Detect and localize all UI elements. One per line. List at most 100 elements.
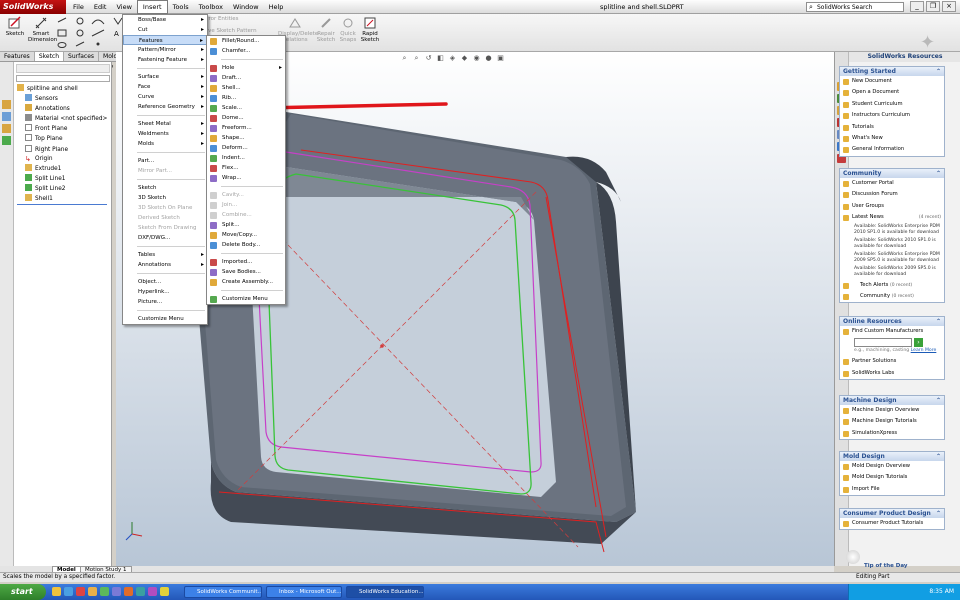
view-orientation-icon[interactable]: ◈	[448, 54, 457, 62]
go-arrow-icon[interactable]: ›	[914, 338, 923, 348]
tree-item-material[interactable]: Material <not specified>	[17, 114, 107, 124]
features-item-scale[interactable]: Scale...	[207, 103, 285, 113]
search-input[interactable]: ⌕ SolidWorks Search	[806, 2, 904, 12]
tree-item-split-line2[interactable]: Split Line2	[17, 183, 107, 194]
quicklaunch-icon[interactable]	[88, 587, 97, 596]
taskbar-window-solidworks-education[interactable]: SolidWorks Education...	[346, 586, 424, 598]
link-open-document[interactable]: Open a Document	[840, 87, 944, 98]
insert-item-customize-menu[interactable]: Customize Menu	[123, 314, 207, 324]
section-header[interactable]: Consumer Product Design	[840, 509, 944, 518]
insert-item-pattern-mirror[interactable]: Pattern/Mirror	[123, 45, 207, 55]
zoom-fit-icon[interactable]: ⌕	[400, 54, 409, 62]
previous-view-icon[interactable]: ↺	[424, 54, 433, 62]
insert-item-object[interactable]: Object...	[123, 277, 207, 287]
link-latest-news[interactable]: Latest News (4 recent)	[840, 212, 944, 223]
link-simulationxpress[interactable]: SimulationXpress	[840, 428, 944, 439]
insert-item-weldments[interactable]: Weldments	[123, 129, 207, 139]
insert-item-picture[interactable]: Picture...	[123, 297, 207, 307]
clock[interactable]: 8:35 AM	[929, 588, 954, 595]
quick-snaps-button[interactable]: Quick Snaps	[338, 16, 358, 43]
features-item-delete-body[interactable]: Delete Body...	[207, 240, 285, 250]
tree-item-front-plane[interactable]: Front Plane	[17, 124, 107, 134]
insert-item-molds[interactable]: Molds	[123, 139, 207, 149]
tree-item-origin[interactable]: ↳ Origin	[17, 155, 107, 164]
restore-icon[interactable]: ❐	[926, 1, 940, 12]
features-item-imported[interactable]: Imported...	[207, 257, 285, 267]
strip-tool-icon[interactable]	[2, 112, 11, 121]
features-item-fillet-round[interactable]: Fillet/Round...	[207, 36, 285, 46]
section-view-icon[interactable]: ◧	[436, 54, 445, 62]
tree-item-top-plane[interactable]: Top Plane	[17, 134, 107, 144]
learn-more-link[interactable]: Learn More	[911, 348, 937, 353]
hide-show-icon[interactable]: ◉	[472, 54, 481, 62]
news-item[interactable]: Available: SolidWorks 2009 SP5.0 is avai…	[840, 266, 944, 278]
link-discussion-forum[interactable]: Discussion Forum	[840, 189, 944, 200]
menu-file[interactable]: File	[68, 0, 89, 14]
features-item-chamfer[interactable]: Chamfer...	[207, 46, 285, 56]
features-item-indent[interactable]: Indent...	[207, 153, 285, 163]
scene-icon[interactable]: ▣	[496, 54, 505, 62]
insert-item-part[interactable]: Part...	[123, 156, 207, 166]
news-item[interactable]: Available: SolidWorks Enterprise PDM 200…	[840, 252, 944, 264]
link-import-file[interactable]: Import File	[840, 484, 944, 495]
menu-insert[interactable]: Insert	[136, 0, 168, 14]
insert-item-dxf-dwg[interactable]: DXF/DWG...	[123, 233, 207, 243]
mirror-entities-button[interactable]: Mirror Entities	[200, 16, 260, 22]
features-item-freeform[interactable]: Freeform...	[207, 123, 285, 133]
sketch-button[interactable]: Sketch	[4, 16, 26, 37]
features-item-save-bodies[interactable]: Save Bodies...	[207, 267, 285, 277]
section-header[interactable]: Mold Design	[840, 452, 944, 461]
solidworks-logo[interactable]: SolidWorks	[0, 0, 66, 14]
features-item-shape[interactable]: Shape...	[207, 133, 285, 143]
quicklaunch-icon[interactable]	[112, 587, 121, 596]
news-item[interactable]: Available: SolidWorks 2010 SP1.0 is avai…	[840, 238, 944, 250]
insert-item-3d-sketch[interactable]: 3D Sketch	[123, 193, 207, 203]
link-mold-design-tutorials[interactable]: Mold Design Tutorials	[840, 472, 944, 483]
insert-item-hyperlink[interactable]: Hyperlink...	[123, 287, 207, 297]
quicklaunch-icon[interactable]	[76, 587, 85, 596]
menu-tools[interactable]: Tools	[168, 0, 194, 14]
manufacturer-search-input[interactable]	[854, 338, 912, 348]
tree-item-annotations[interactable]: Annotations	[17, 104, 107, 114]
news-item[interactable]: Available: SolidWorks Enterprise PDM 201…	[840, 224, 944, 236]
tree-filter-input[interactable]	[16, 75, 110, 82]
features-item-shell[interactable]: Shell...	[207, 83, 285, 93]
section-header[interactable]: Online Resources	[840, 317, 944, 326]
link-tutorials[interactable]: Tutorials	[840, 122, 944, 133]
link-whats-new[interactable]: What's New	[840, 133, 944, 144]
link-customer-portal[interactable]: Customer Portal	[840, 178, 944, 189]
minimize-icon[interactable]: _	[910, 1, 924, 12]
link-instructors-curriculum[interactable]: Instructors Curriculum	[840, 110, 944, 121]
link-find-manufacturers[interactable]: Find Custom Manufacturers	[840, 326, 944, 337]
link-tech-alerts[interactable]: Tech Alerts (0 recent)	[840, 280, 944, 291]
features-item-deform[interactable]: Deform...	[207, 143, 285, 153]
link-new-document[interactable]: New Document	[840, 76, 944, 87]
menu-toolbox[interactable]: Toolbox	[194, 0, 228, 14]
appearance-icon[interactable]: ●	[484, 54, 493, 62]
sketch-tools-icon-grid[interactable]: A	[56, 16, 126, 50]
features-item-create-assembly[interactable]: Create Assembly...	[207, 277, 285, 287]
features-item-hole[interactable]: Hole	[207, 63, 285, 73]
features-item-flex[interactable]: Flex...	[207, 163, 285, 173]
quicklaunch-icon[interactable]	[52, 587, 61, 596]
smart-dimension-button[interactable]: Smart Dimension	[28, 16, 57, 43]
insert-item-tables[interactable]: Tables	[123, 250, 207, 260]
insert-item-sketch[interactable]: Sketch	[123, 183, 207, 193]
tree-item-split-line1[interactable]: Split Line1	[17, 173, 107, 184]
zoom-area-icon[interactable]: ⌕	[412, 54, 421, 62]
menu-view[interactable]: View	[111, 0, 136, 14]
insert-item-cut[interactable]: Cut	[123, 25, 207, 35]
tip-of-the-day[interactable]: Tip of the Day	[864, 563, 907, 569]
insert-item-curve[interactable]: Curve	[123, 92, 207, 102]
insert-item-reference-geometry[interactable]: Reference Geometry	[123, 102, 207, 112]
section-header[interactable]: Getting Started	[840, 67, 944, 76]
features-item-split[interactable]: Split...	[207, 220, 285, 230]
insert-item-fastening-feature[interactable]: Fastening Feature	[123, 55, 207, 65]
insert-item-boss-base[interactable]: Boss/Base	[123, 15, 207, 25]
strip-tool-icon[interactable]	[2, 136, 11, 145]
features-item-customize-menu[interactable]: Customize Menu	[207, 294, 285, 304]
quicklaunch-icon[interactable]	[64, 587, 73, 596]
strip-tool-icon[interactable]	[2, 100, 11, 109]
link-student-curriculum[interactable]: Student Curriculum	[840, 99, 944, 110]
sketch-pattern-button[interactable]: Move Sketch Pattern	[200, 28, 260, 34]
